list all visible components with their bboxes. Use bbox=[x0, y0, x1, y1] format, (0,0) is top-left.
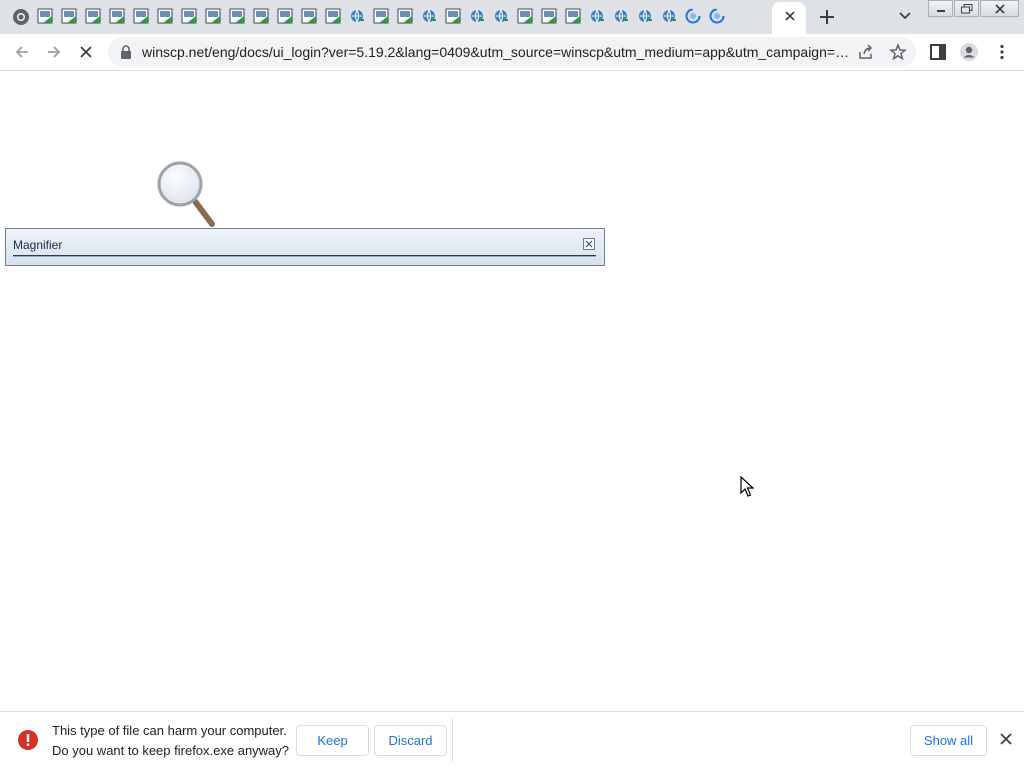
back-button[interactable] bbox=[11, 41, 33, 63]
discard-button[interactable]: Discard bbox=[374, 725, 447, 756]
tab-favicon-globe-icon[interactable] bbox=[588, 7, 606, 25]
restore-button[interactable] bbox=[954, 0, 980, 17]
tab-favicon-winscp-icon[interactable] bbox=[444, 7, 462, 25]
download-warning-bar: This type of file can harm your computer… bbox=[0, 711, 1024, 768]
minimize-button[interactable] bbox=[928, 0, 954, 17]
tab-favicon-winscp-icon[interactable] bbox=[540, 7, 558, 25]
download-bar-divider bbox=[452, 718, 453, 762]
close-icon bbox=[995, 3, 1005, 14]
keep-button[interactable]: Keep bbox=[296, 725, 369, 756]
tab-favicon-winscp-icon[interactable] bbox=[60, 7, 78, 25]
window-controls bbox=[928, 0, 1020, 18]
download-bar-close-icon[interactable] bbox=[998, 731, 1014, 747]
chrome-logo-icon[interactable] bbox=[12, 8, 30, 26]
profile-avatar-icon[interactable] bbox=[959, 42, 979, 62]
restore-icon bbox=[960, 3, 973, 13]
tab-favicon-winscp-icon[interactable] bbox=[516, 7, 534, 25]
download-warning-message: This type of file can harm your computer… bbox=[52, 721, 289, 761]
tab-favicon-winscp-icon[interactable] bbox=[108, 7, 126, 25]
tab-favicon-winscp-icon[interactable] bbox=[564, 7, 582, 25]
forward-arrow-icon bbox=[48, 46, 61, 58]
new-tab-button[interactable] bbox=[816, 6, 838, 28]
show-all-button[interactable]: Show all bbox=[910, 725, 987, 756]
tab-favicon-winscp-icon[interactable] bbox=[204, 7, 222, 25]
magnifier-window[interactable]: Magnifier bbox=[5, 228, 605, 266]
tab-favicon-globe-icon[interactable] bbox=[420, 7, 438, 25]
warning-line-1: This type of file can harm your computer… bbox=[52, 723, 287, 738]
forward-button[interactable] bbox=[43, 41, 65, 63]
tab-favicon-winscp-icon[interactable] bbox=[252, 7, 270, 25]
warning-line-2: Do you want to keep firefox.exe anyway? bbox=[52, 743, 290, 758]
side-panel-icon[interactable] bbox=[928, 42, 948, 62]
tab-search-chevron-down-icon[interactable] bbox=[896, 7, 914, 25]
magnifier-title: Magnifier bbox=[13, 238, 63, 252]
stop-loading-button[interactable] bbox=[75, 41, 97, 63]
magnifier-lens-icon[interactable] bbox=[156, 158, 220, 230]
stop-x-icon bbox=[80, 46, 92, 58]
tab-strip bbox=[0, 0, 1024, 34]
kebab-menu-icon[interactable] bbox=[992, 42, 1012, 62]
url-text[interactable]: winscp.net/eng/docs/ui_login?ver=5.19.2&… bbox=[142, 44, 852, 60]
active-tab[interactable] bbox=[772, 2, 806, 34]
tab-favicon-globe-icon[interactable] bbox=[492, 7, 510, 25]
share-icon[interactable] bbox=[857, 43, 875, 61]
tab-favicon-winscp-icon[interactable] bbox=[396, 7, 414, 25]
tab-favicon-winscp-icon[interactable] bbox=[156, 7, 174, 25]
tab-favicon-globe-icon[interactable] bbox=[636, 7, 654, 25]
magnifier-close-button[interactable] bbox=[583, 238, 595, 250]
tab-favicon-loading-icon[interactable] bbox=[684, 7, 702, 25]
tab-favicon-winscp-icon[interactable] bbox=[84, 7, 102, 25]
tab-favicon-winscp-icon[interactable] bbox=[372, 7, 390, 25]
lock-icon[interactable] bbox=[120, 45, 132, 59]
minimize-icon bbox=[936, 9, 945, 12]
tab-favicon-globe-icon[interactable] bbox=[660, 7, 678, 25]
magnifier-divider bbox=[13, 255, 596, 257]
tab-favicon-winscp-icon[interactable] bbox=[132, 7, 150, 25]
browser-toolbar: winscp.net/eng/docs/ui_login?ver=5.19.2&… bbox=[0, 34, 1024, 71]
close-icon bbox=[585, 240, 593, 248]
window-close-button[interactable] bbox=[980, 0, 1019, 17]
mouse-cursor-icon bbox=[740, 476, 754, 497]
warning-icon bbox=[18, 730, 38, 750]
tab-close-icon[interactable] bbox=[783, 9, 797, 23]
tab-favicon-loading-icon[interactable] bbox=[708, 7, 726, 25]
back-arrow-icon bbox=[15, 46, 28, 58]
tab-favicon-winscp-icon[interactable] bbox=[276, 7, 294, 25]
bookmark-star-icon[interactable] bbox=[889, 43, 907, 61]
tab-favicon-winscp-icon[interactable] bbox=[324, 7, 342, 25]
tab-favicon-winscp-icon[interactable] bbox=[228, 7, 246, 25]
tab-favicon-winscp-icon[interactable] bbox=[300, 7, 318, 25]
address-bar[interactable]: winscp.net/eng/docs/ui_login?ver=5.19.2&… bbox=[108, 37, 916, 67]
tab-favicon-globe-icon[interactable] bbox=[612, 7, 630, 25]
tab-favicon-winscp-icon[interactable] bbox=[180, 7, 198, 25]
tab-favicon-globe-icon[interactable] bbox=[468, 7, 486, 25]
tab-favicon-winscp-icon[interactable] bbox=[36, 7, 54, 25]
tab-favicon-globe-icon[interactable] bbox=[348, 7, 366, 25]
